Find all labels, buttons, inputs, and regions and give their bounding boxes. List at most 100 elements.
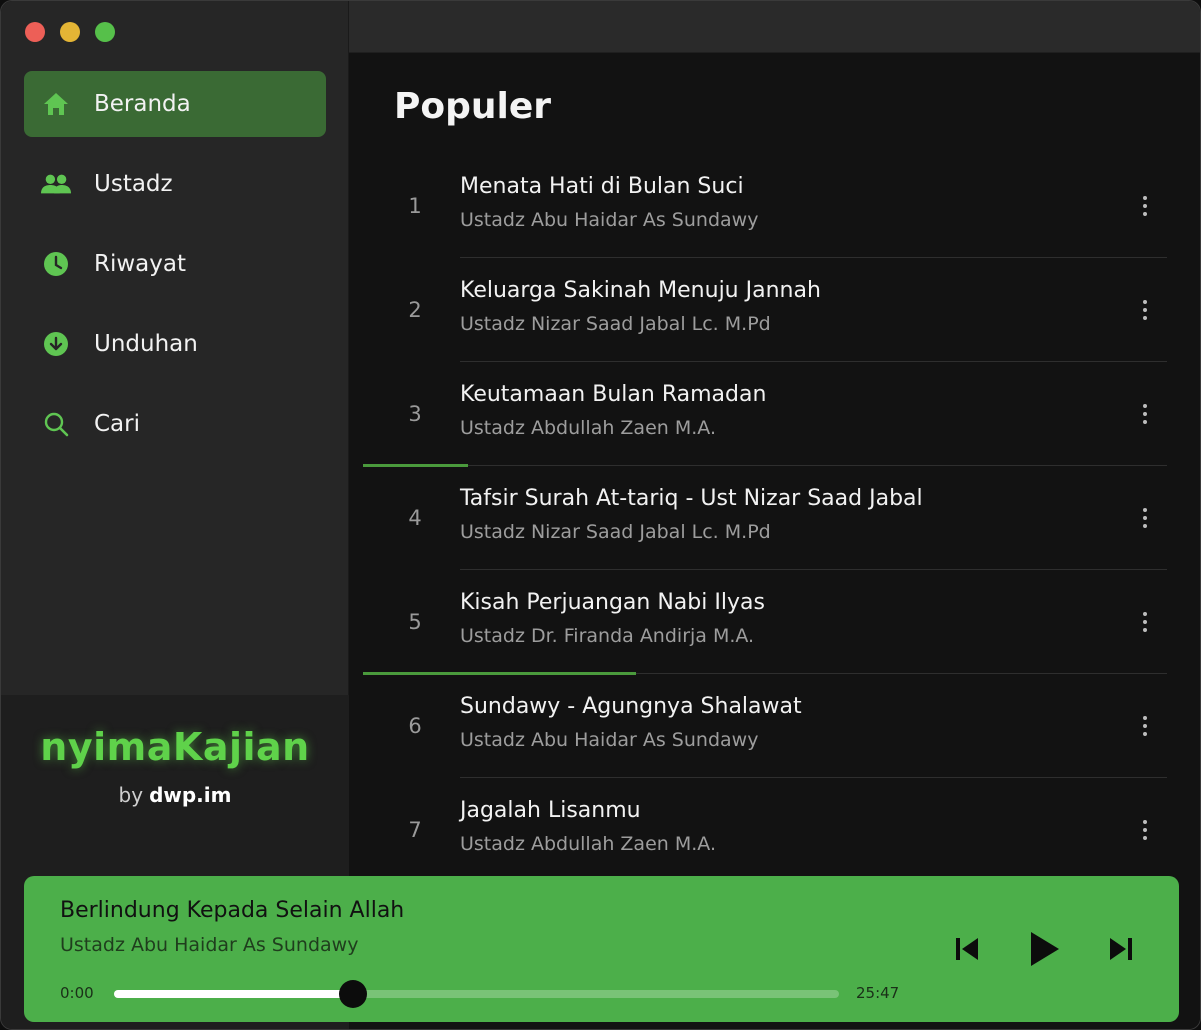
play-icon [1031,932,1059,966]
track-text: Sundawy - Agungnya Shalawat Ustadz Abu Ha… [460,694,802,751]
track-title: Kisah Perjuangan Nabi Ilyas [460,590,765,615]
more-options-button[interactable] [1135,711,1155,741]
track-row[interactable]: 3 Keutamaan Bulan Ramadan Ustadz Abdullah … [363,362,1167,467]
now-playing-title: Berlindung Kepada Selain Allah [60,898,405,923]
track-text: Keutamaan Bulan Ramadan Ustadz Abdullah Z… [460,382,766,439]
track-title: Menata Hati di Bulan Suci [460,174,744,199]
track-number: 2 [408,298,422,322]
more-vertical-icon [1143,516,1147,520]
sidebar-item-unduhan[interactable]: Unduhan [24,311,326,377]
more-vertical-icon [1143,620,1147,624]
track-title: Keutamaan Bulan Ramadan [460,382,767,407]
sidebar-item-label: Beranda [94,91,191,117]
more-options-button[interactable] [1135,295,1155,325]
sidebar-nav: Beranda Ustadz Riwayat Unduhan Cari [24,71,326,471]
sidebar-item-label: Ustadz [94,171,173,197]
time-current: 0:00 [60,984,94,1002]
track-title: Jagalah Lisanmu [460,798,641,823]
skip-next-icon [1110,938,1132,960]
track-number: 1 [408,194,422,218]
people-icon [41,169,71,199]
track-number: 3 [408,402,422,426]
download-icon [41,329,71,359]
track-number: 4 [408,506,422,530]
track-row[interactable]: 2 Keluarga Sakinah Menuju Jannah Ustadz Ni… [363,258,1167,362]
track-speaker: Ustadz Abdullah Zaen M.A. [460,833,716,855]
more-vertical-icon [1143,412,1147,416]
seek-knob[interactable] [339,980,368,1008]
more-vertical-icon [1143,204,1147,208]
track-row[interactable]: 4 Tafsir Surah At-tariq - Ust Nizar Saad … [363,466,1167,570]
minimize-window-button[interactable] [60,22,80,42]
sidebar-item-label: Unduhan [94,331,198,357]
track-title: Tafsir Surah At-tariq - Ust Nizar Saad J… [460,486,923,511]
time-total: 25:47 [856,984,900,1002]
brand-logo-text: nyimaKajian [40,725,310,769]
more-options-button[interactable] [1135,815,1155,845]
track-speaker: Ustadz Dr. Firanda Andirja M.A. [460,625,755,647]
more-options-button[interactable] [1135,607,1155,637]
play-button[interactable] [1029,930,1061,972]
more-vertical-icon [1143,732,1147,736]
track-speaker: Ustadz Abu Haidar As Sundawy [460,209,759,231]
brand-by-label: by [118,783,144,807]
track-number: 5 [408,610,422,634]
sidebar-item-beranda[interactable]: Beranda [24,71,326,137]
track-row[interactable]: 1 Menata Hati di Bulan Suci Ustadz Abu Hai… [363,154,1167,258]
track-text: Keluarga Sakinah Menuju Jannah Ustadz Niz… [460,278,821,335]
close-window-button[interactable] [25,22,45,42]
title-bar [349,1,1200,53]
more-vertical-icon [1143,316,1147,320]
sidebar-item-label: Cari [94,411,140,437]
more-vertical-icon [1143,828,1147,832]
sidebar-item-riwayat[interactable]: Riwayat [24,231,326,297]
track-speaker: Ustadz Nizar Saad Jabal Lc. M.Pd [460,313,771,335]
more-vertical-icon [1143,508,1147,512]
track-row[interactable]: 6 Sundawy - Agungnya Shalawat Ustadz Abu H… [363,674,1167,778]
track-list: 1 Menata Hati di Bulan Suci Ustadz Abu Hai… [363,154,1167,882]
more-options-button[interactable] [1135,191,1155,221]
zoom-window-button[interactable] [95,22,115,42]
more-vertical-icon [1143,420,1147,424]
track-speaker: Ustadz Abdullah Zaen M.A. [460,417,716,439]
track-text: Kisah Perjuangan Nabi Ilyas Ustadz Dr. Fi… [460,590,765,647]
more-vertical-icon [1143,628,1147,632]
track-speaker: Ustadz Nizar Saad Jabal Lc. M.Pd [460,521,771,543]
track-title: Sundawy - Agungnya Shalawat [460,694,802,719]
sidebar-item-label: Riwayat [94,251,186,277]
player-bar: Berlindung Kepada Selain Allah Ustadz Ab… [24,876,1179,1022]
sidebar-item-cari[interactable]: Cari [24,391,326,457]
more-options-button[interactable] [1135,503,1155,533]
skip-previous-icon [956,938,978,960]
more-vertical-icon [1143,212,1147,216]
more-vertical-icon [1143,716,1147,720]
window-controls [25,22,115,42]
track-speaker: Ustadz Abu Haidar As Sundawy [460,729,759,751]
more-vertical-icon [1143,300,1147,304]
track-title: Keluarga Sakinah Menuju Jannah [460,278,821,303]
track-row[interactable]: 7 Jagalah Lisanmu Ustadz Abdullah Zaen M.A… [363,778,1167,882]
track-number: 7 [408,818,422,842]
more-vertical-icon [1143,612,1147,616]
clock-icon [41,249,71,279]
previous-button[interactable] [954,936,980,966]
app-window: Beranda Ustadz Riwayat Unduhan Cari nyim… [0,0,1201,1030]
sidebar-item-ustadz[interactable]: Ustadz [24,151,326,217]
page-title: Populer [394,86,552,127]
track-text: Menata Hati di Bulan Suci Ustadz Abu Haid… [460,174,758,231]
more-vertical-icon [1143,308,1147,312]
brand-site-link[interactable]: dwp.im [149,783,231,807]
more-vertical-icon [1143,404,1147,408]
track-text: Tafsir Surah At-tariq - Ust Nizar Saad J… [460,486,923,543]
home-icon [41,89,71,119]
next-button[interactable] [1108,936,1134,966]
more-vertical-icon [1143,524,1147,528]
more-vertical-icon [1143,724,1147,728]
more-vertical-icon [1143,820,1147,824]
seek-bar[interactable] [114,980,839,1008]
more-vertical-icon [1143,196,1147,200]
more-options-button[interactable] [1135,399,1155,429]
track-number: 6 [408,714,422,738]
track-row[interactable]: 5 Kisah Perjuangan Nabi Ilyas Ustadz Dr. F… [363,570,1167,675]
search-icon [41,409,71,439]
